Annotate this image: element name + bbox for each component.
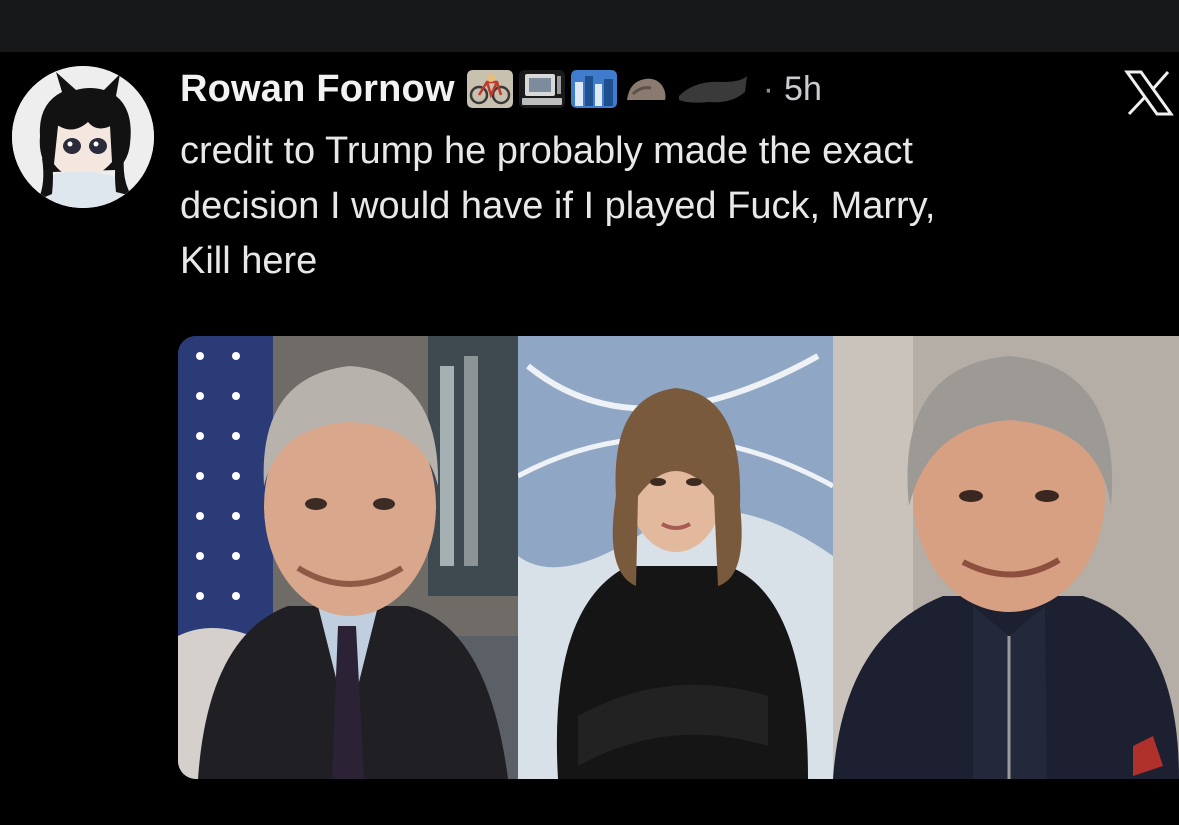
computer-emoji-icon bbox=[518, 70, 565, 108]
x-logo-icon[interactable] bbox=[1124, 70, 1174, 116]
top-status-band bbox=[0, 0, 1179, 52]
cityscape-emoji-icon bbox=[570, 70, 617, 108]
name-emoji-badges bbox=[466, 70, 749, 108]
media-photo-1[interactable] bbox=[178, 336, 518, 779]
photo-man-flag-portrait-icon bbox=[178, 336, 518, 779]
display-name[interactable]: Rowan Fornow bbox=[180, 68, 455, 111]
photo-man-sweater-portrait-icon bbox=[833, 336, 1179, 779]
media-photo-3[interactable] bbox=[833, 336, 1179, 779]
post-header: Rowan Fornow · 5h bbox=[180, 62, 822, 116]
rock-emoji-icon bbox=[622, 70, 669, 108]
media-photo-2[interactable] bbox=[518, 336, 833, 779]
redacted-emoji-icon bbox=[678, 76, 747, 103]
avatar[interactable] bbox=[12, 66, 154, 208]
post-media-grid[interactable] bbox=[178, 336, 1179, 779]
post-timestamp[interactable]: 5h bbox=[784, 70, 822, 109]
photo-woman-black-suit-portrait-icon bbox=[518, 336, 833, 779]
header-separator: · bbox=[762, 69, 775, 108]
avatar-anime-cat-girl-icon bbox=[12, 66, 154, 208]
post-text: credit to Trump he probably made the exa… bbox=[180, 130, 936, 282]
bicycle-emoji-icon bbox=[466, 70, 513, 108]
